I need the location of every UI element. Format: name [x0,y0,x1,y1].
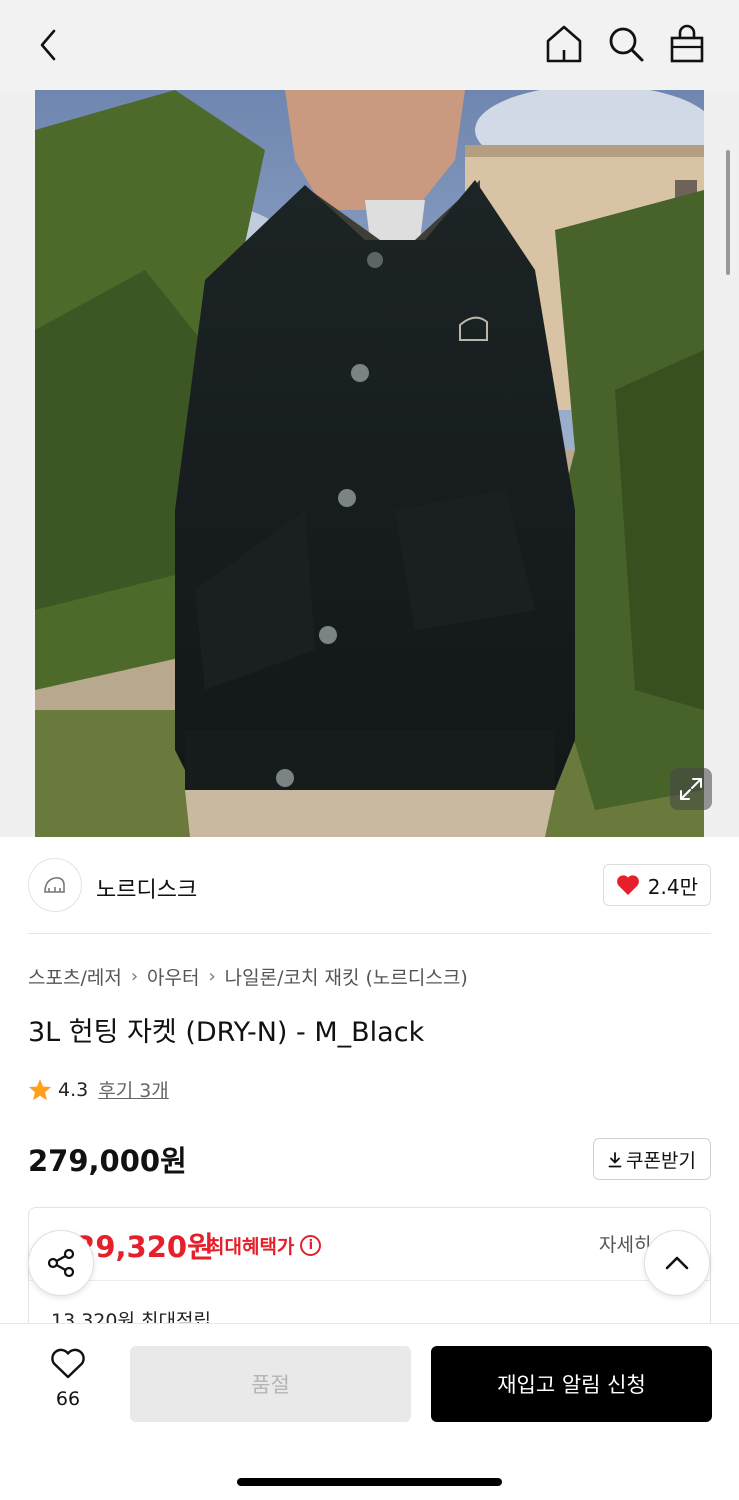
max-benefit-label-text: 최대혜택가 [207,1236,295,1258]
product-image-carousel[interactable] [0,90,739,837]
section-divider [28,933,711,934]
search-button[interactable] [604,22,648,66]
brand-like-button[interactable]: 2.4만 [602,864,711,906]
bottom-action-bar: 66 품절 재입고 알림 신청 [0,1323,739,1500]
page-scrollbar[interactable] [726,150,730,275]
info-icon[interactable]: i [300,1235,322,1256]
benefit-detail-link[interactable]: 자세히 [599,1230,651,1257]
expand-image-button[interactable] [670,768,712,810]
brand-like-count: 2.4만 [647,874,698,899]
product-title: 3L 헌팅 자켓 (DRY-N) - M_Black [28,1017,425,1048]
heart-outline-icon [51,1348,85,1379]
chevron-left-icon [40,29,56,61]
breadcrumb-item-category[interactable]: 나일론/코치 재킷 (노르디스크) [225,963,468,990]
share-button[interactable] [28,1230,94,1296]
star-icon [29,1079,51,1101]
max-benefit-box: 229,320원 최대혜택가 i 자세히 13,320원 최대적립 [28,1207,711,1337]
cart-button[interactable] [666,22,708,66]
rating-row: 4.3 후기 3개 [28,1076,169,1103]
chevron-right-icon: › [130,966,139,987]
back-button[interactable] [28,24,68,66]
breadcrumb-item-sports[interactable]: 스포츠/레저 [28,963,122,990]
coupon-label: 쿠폰받기 [626,1149,696,1172]
breadcrumb-item-outer[interactable]: 아우터 [147,963,199,990]
polar-bear-logo-icon [44,877,65,893]
soldout-button[interactable]: 품절 [130,1346,411,1422]
benefit-divider [29,1280,710,1281]
coupon-download-button[interactable]: 쿠폰받기 [593,1138,711,1180]
download-icon [608,1151,622,1167]
wishlist-count: 66 [55,1388,81,1410]
wishlist-button[interactable]: 66 [38,1348,98,1410]
scroll-to-top-button[interactable] [644,1230,710,1296]
top-navigation-bar [0,0,739,90]
home-icon [546,25,582,63]
home-indicator[interactable] [237,1478,502,1486]
rating-value: 4.3 [58,1078,89,1101]
chevron-right-icon: › [208,966,216,987]
chevron-up-icon [665,1256,689,1270]
product-photo [35,90,704,837]
heart-filled-icon [616,875,639,895]
product-price: 279,000원 [28,1144,187,1178]
restock-alert-button[interactable]: 재입고 알림 신청 [431,1346,712,1422]
shopping-bag-icon [670,24,704,63]
share-icon [47,1248,75,1278]
brand-name[interactable]: 노르디스크 [96,872,197,904]
review-count-link[interactable]: 후기 3개 [98,1076,169,1103]
brand-row: 노르디스크 2.4만 [28,858,711,914]
expand-icon [680,778,702,800]
brand-logo[interactable] [28,858,82,912]
breadcrumb: 스포츠/레저 › 아우터 › 나일론/코치 재킷 (노르디스크) [28,963,468,990]
home-button[interactable] [543,22,585,66]
max-benefit-label: 최대혜택가 i [207,1232,322,1259]
search-icon [609,27,644,62]
